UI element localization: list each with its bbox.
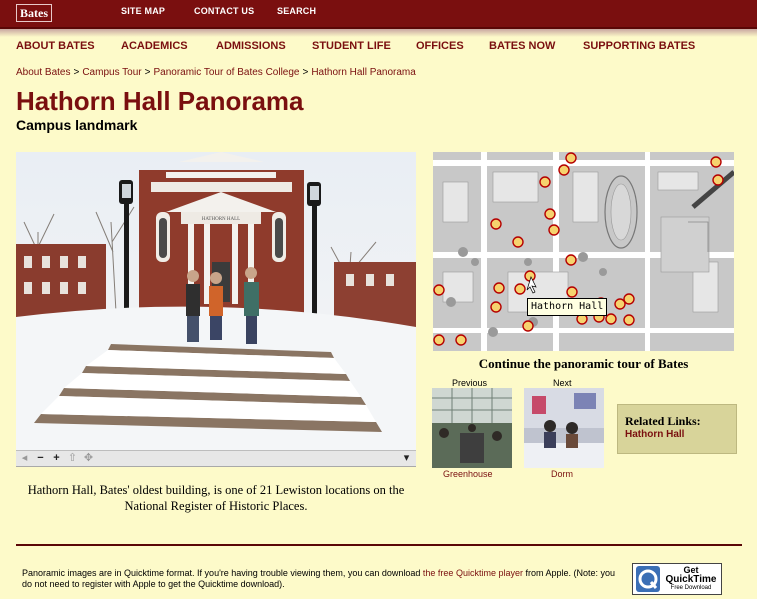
pan-left-icon[interactable]: ◂ (18, 453, 31, 464)
breadcrumb-current: Hathorn Hall Panorama (311, 67, 416, 78)
nav-student-life[interactable]: STUDENT LIFE (312, 40, 391, 52)
badge-free-download: Free Download (670, 585, 712, 591)
quicktime-download-link[interactable]: the free Quicktime player (423, 568, 523, 578)
continue-tour-link[interactable]: Continue the panoramic tour of Bates (433, 356, 734, 372)
top-bar: Bates SITE MAP CONTACT US SEARCH (0, 0, 757, 29)
dorm-link[interactable]: Dorm (551, 469, 573, 479)
footer-note: Panoramic images are in Quicktime format… (22, 568, 622, 590)
nav-admissions[interactable]: ADMISSIONS (216, 40, 286, 52)
page-subtitle: Campus landmark (16, 117, 138, 133)
campus-map[interactable]: Hathorn Hall (433, 152, 734, 351)
contact-us-link[interactable]: CONTACT US (194, 6, 254, 16)
zoom-in-icon[interactable]: + (50, 453, 63, 464)
nav-offices[interactable]: OFFICES (416, 40, 464, 52)
panorama-caption: Hathorn Hall, Bates' oldest building, is… (27, 483, 405, 513)
previous-label: Previous (452, 378, 488, 388)
bates-logo[interactable]: Bates (16, 4, 52, 22)
hotspot-icon[interactable]: ⇧ (66, 453, 79, 464)
breadcrumb-about-bates[interactable]: About Bates (16, 67, 70, 78)
related-link-hathorn-hall[interactable]: Hathorn Hall (625, 429, 684, 440)
nav-bates-now[interactable]: BATES NOW (489, 40, 555, 52)
show-hotspots-icon[interactable]: ✥ (82, 453, 95, 464)
footer-divider (16, 544, 742, 546)
greenhouse-thumbnail[interactable] (432, 388, 512, 468)
page-title: Hathorn Hall Panorama (16, 86, 304, 116)
panorama-viewer[interactable]: HATHORN HALL (16, 152, 416, 450)
greenhouse-link[interactable]: Greenhouse (443, 469, 493, 479)
get-quicktime-badge[interactable]: Get QuickTime Free Download (632, 563, 722, 595)
nav-supporting-bates[interactable]: SUPPORTING BATES (583, 40, 695, 52)
zoom-out-icon[interactable]: − (34, 453, 47, 464)
next-label: Next (553, 378, 572, 388)
breadcrumb-separator: > (73, 67, 80, 78)
site-map-link[interactable]: SITE MAP (121, 6, 165, 16)
nav-academics[interactable]: ACADEMICS (121, 40, 188, 52)
quicktime-logo-icon (636, 566, 660, 592)
quicktime-controller: ◂ − + ⇧ ✥ ▾ (16, 450, 416, 467)
breadcrumb-separator: > (302, 67, 309, 78)
building-sign: HATHORN HALL (202, 217, 240, 222)
dropdown-arrow-icon[interactable]: ▾ (400, 453, 413, 464)
breadcrumb-separator: > (144, 67, 151, 78)
header-divider (0, 29, 757, 37)
map-tooltip: Hathorn Hall (527, 298, 608, 316)
badge-quicktime: QuickTime (665, 574, 717, 585)
hathorn-hall-panorama-image[interactable]: HATHORN HALL (16, 152, 416, 450)
nav-about-bates[interactable]: ABOUT BATES (16, 40, 95, 52)
breadcrumb: About Bates > Campus Tour > Panoramic Tour o… (16, 67, 416, 78)
campus-map-image[interactable] (433, 152, 734, 351)
search-link[interactable]: SEARCH (277, 6, 316, 16)
dorm-thumbnail[interactable] (524, 388, 604, 468)
breadcrumb-panoramic-tour[interactable]: Panoramic Tour of Bates College (153, 67, 299, 78)
footer-text-1: Panoramic images are in Quicktime format… (22, 568, 423, 578)
related-links-box: Related Links: Hathorn Hall (617, 404, 737, 454)
related-links-heading: Related Links: (625, 414, 701, 428)
breadcrumb-campus-tour[interactable]: Campus Tour (82, 67, 141, 78)
